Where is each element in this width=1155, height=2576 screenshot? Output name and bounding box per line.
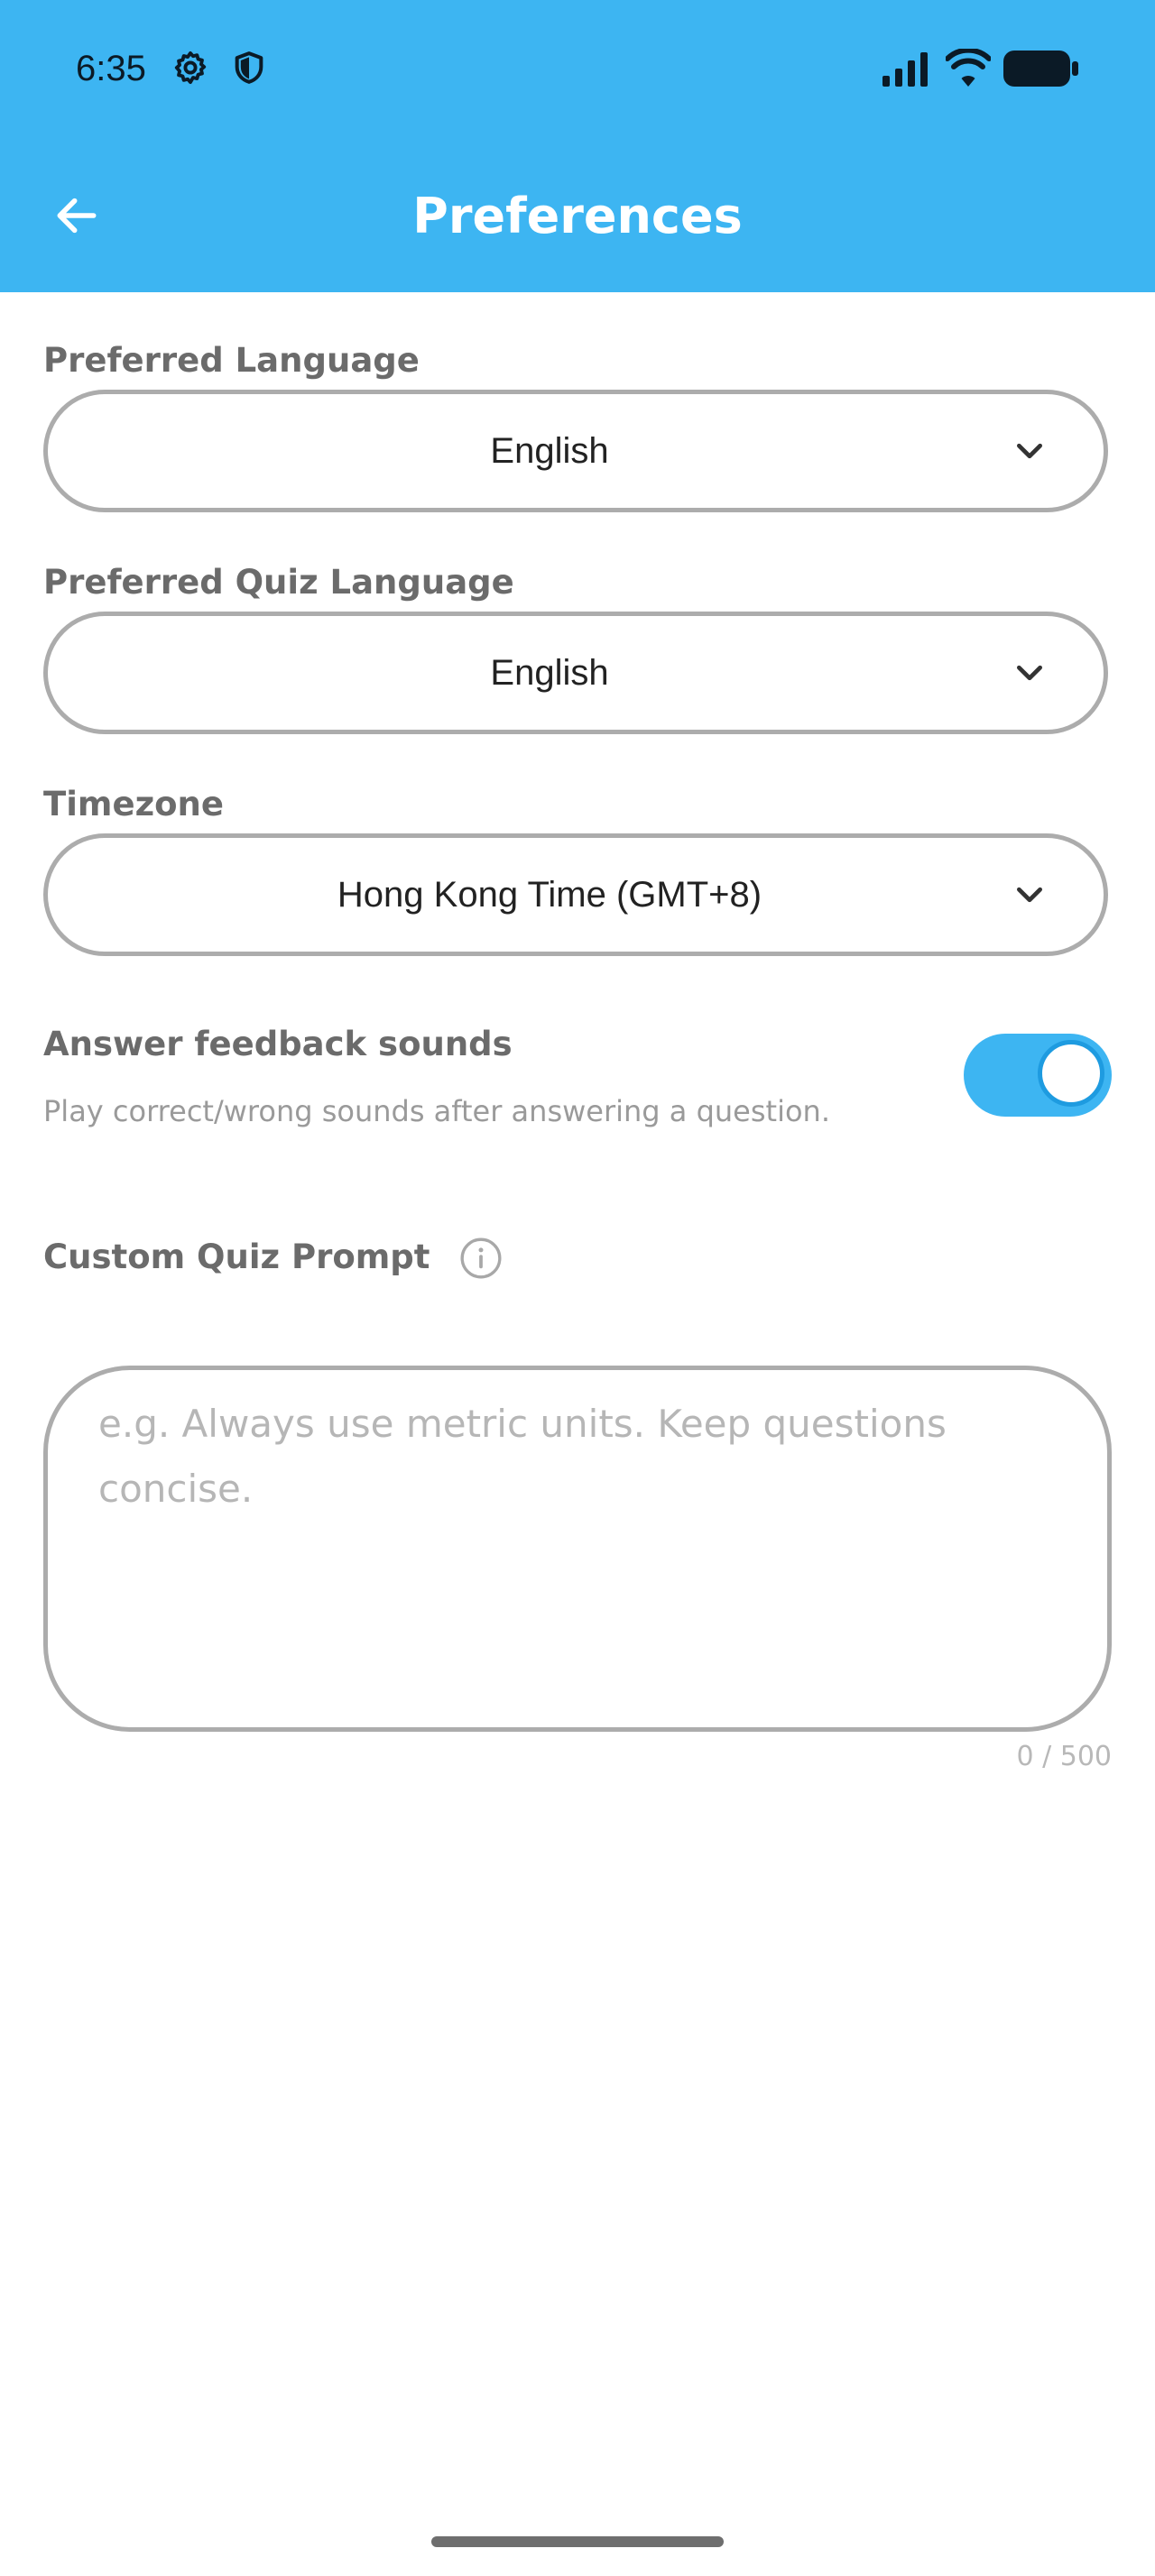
preferred-language-label: Preferred Language — [43, 341, 420, 380]
custom-prompt-box — [43, 1366, 1112, 1732]
signal-icon — [882, 52, 928, 87]
chevron-down-icon — [1017, 665, 1042, 681]
feedback-sounds-toggle[interactable] — [964, 1034, 1112, 1117]
app-header: 6:35 Preferences — [0, 0, 1155, 292]
timezone-dropdown[interactable]: Hong Kong Time (GMT+8) — [43, 833, 1108, 956]
settings-icon — [174, 51, 207, 85]
feedback-sounds-description: Play correct/wrong sounds after answerin… — [43, 1094, 830, 1128]
toggle-knob — [1038, 1040, 1104, 1107]
feedback-sounds-title: Answer feedback sounds — [43, 1025, 513, 1063]
page-title: Preferences — [412, 188, 743, 244]
custom-prompt-input[interactable] — [98, 1392, 1037, 1698]
preferred-language-dropdown[interactable]: English — [43, 390, 1108, 512]
status-bar: 6:35 — [0, 0, 1155, 144]
preferred-language-value: English — [490, 430, 609, 471]
timezone-label: Timezone — [43, 785, 224, 823]
info-icon[interactable] — [458, 1236, 504, 1281]
wifi-icon — [946, 49, 991, 87]
status-time: 6:35 — [76, 49, 146, 88]
quiz-language-dropdown[interactable]: English — [43, 612, 1108, 734]
quiz-language-label: Preferred Quiz Language — [43, 563, 514, 602]
chevron-down-icon — [1017, 443, 1042, 459]
custom-prompt-label: Custom Quiz Prompt — [43, 1237, 430, 1276]
shield-icon — [235, 51, 263, 84]
battery-icon — [1003, 51, 1078, 87]
char-counter: 0 / 500 — [1016, 1741, 1112, 1772]
quiz-language-value: English — [490, 652, 609, 693]
chevron-down-icon — [1017, 887, 1042, 903]
home-indicator[interactable] — [431, 2536, 724, 2547]
timezone-value: Hong Kong Time (GMT+8) — [337, 874, 762, 915]
